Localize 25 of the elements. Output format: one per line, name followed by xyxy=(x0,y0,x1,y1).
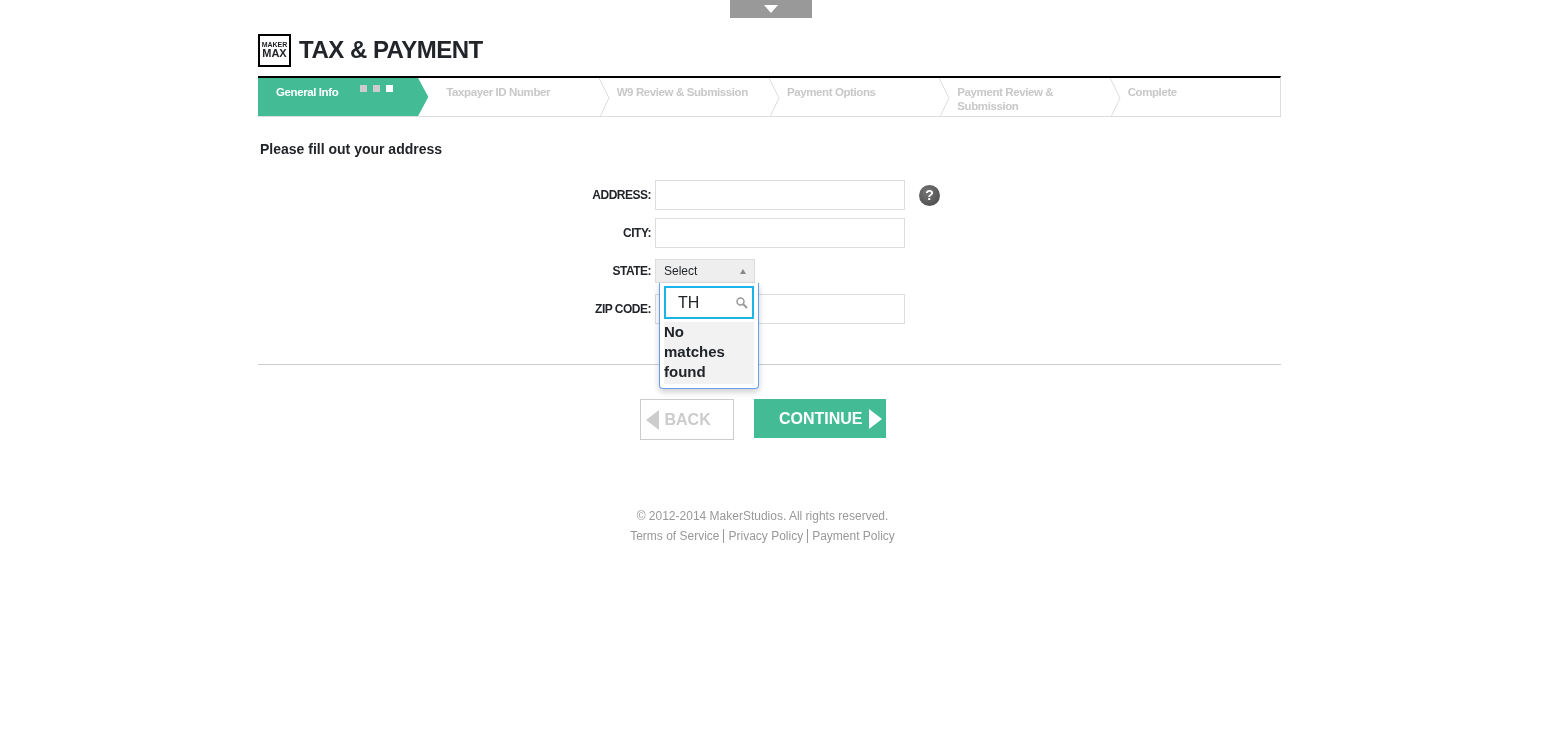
field-label: STATE: xyxy=(611,263,652,280)
field-label: ZIP CODE: xyxy=(594,301,652,318)
field-label: CITY: xyxy=(622,225,652,242)
left-arrow-icon xyxy=(645,409,659,430)
search-field[interactable]: TH xyxy=(664,286,754,319)
page-title: TAX & PAYMENT xyxy=(299,35,483,65)
input-field[interactable] xyxy=(655,218,905,248)
right-arrow-icon xyxy=(868,408,882,429)
footer-link[interactable]: Terms of Service xyxy=(626,529,724,543)
footer-link[interactable]: Payment Policy xyxy=(807,529,899,543)
state-select[interactable]: Select xyxy=(655,259,755,283)
dropdown-tab[interactable] xyxy=(730,0,812,18)
caret-icon xyxy=(740,268,746,274)
progress-dots-icon xyxy=(360,85,394,93)
footer-link[interactable]: Privacy Policy xyxy=(723,529,808,543)
field-label: ADDRESS: xyxy=(591,187,652,204)
caret-icon xyxy=(764,5,778,13)
form-heading: Please fill out your address xyxy=(260,140,444,159)
search-icon xyxy=(736,296,748,309)
input-field[interactable] xyxy=(655,180,905,210)
step-tab[interactable]: General Info xyxy=(258,78,429,116)
no-matches-message: No matches found xyxy=(664,322,754,384)
continue-button[interactable]: CONTINUE xyxy=(753,399,886,438)
copyright-text: © 2012-2014 MakerStudios. All rights reserved. xyxy=(635,508,890,525)
help-button[interactable]: ? xyxy=(919,184,940,206)
